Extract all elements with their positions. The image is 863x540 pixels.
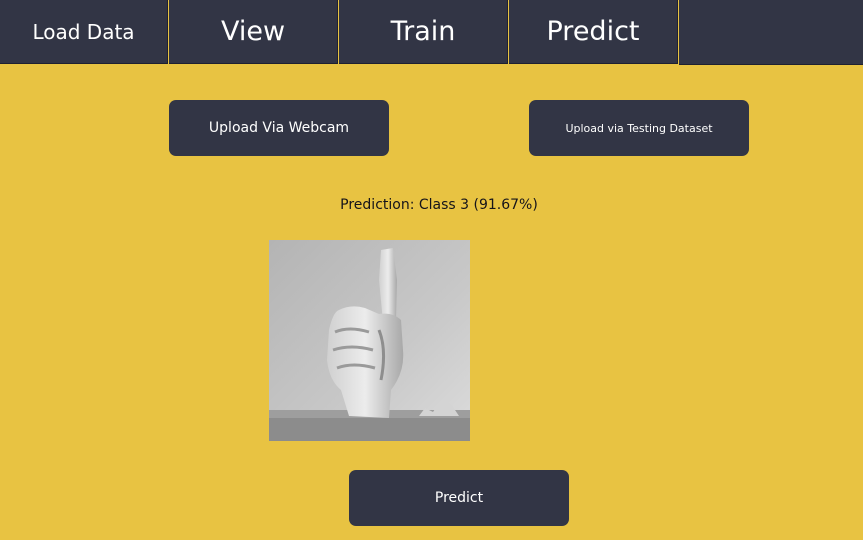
tab-bar-filler [679,0,863,65]
tab-view[interactable]: View [169,0,338,64]
tab-load-data[interactable]: Load Data [0,0,168,64]
tab-train[interactable]: Train [339,0,508,64]
hand-sign-image [269,240,470,441]
prediction-result-text: Prediction: Class 3 (91.67%) [340,197,538,213]
tab-bar: Load Data View Train Predict [0,0,863,65]
upload-webcam-button[interactable]: Upload Via Webcam [169,100,389,156]
upload-testing-dataset-button[interactable]: Upload via Testing Dataset [529,100,749,156]
predict-button[interactable]: Predict [349,470,569,526]
tab-predict[interactable]: Predict [509,0,678,64]
